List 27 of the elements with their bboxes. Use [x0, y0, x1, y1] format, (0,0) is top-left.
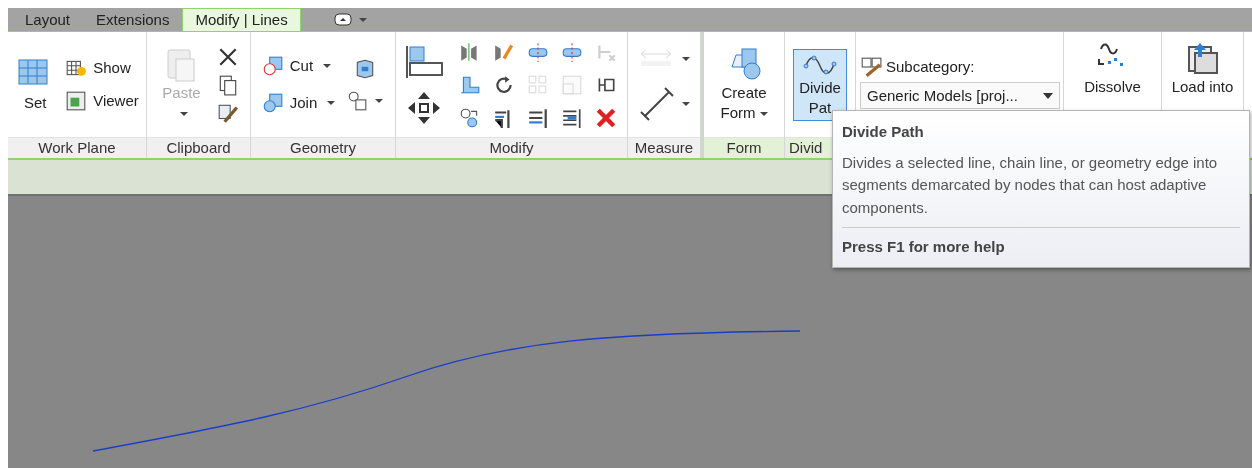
- dissolve-button[interactable]: Dissolve: [1068, 38, 1157, 100]
- panel-label: Measure: [628, 137, 700, 158]
- create-form-button[interactable]: Create Form: [708, 43, 780, 126]
- subcategory-dropdown[interactable]: Generic Models [proj...: [860, 82, 1060, 110]
- viewer-button[interactable]: Viewer: [63, 87, 141, 115]
- ribbon-tab[interactable]: Layout: [12, 8, 84, 31]
- panel-label: Work Plane: [8, 137, 146, 158]
- ribbon-tab[interactable]: Extensions: [83, 8, 183, 31]
- load-into-button[interactable]: Load into: [1166, 38, 1239, 100]
- panel-label: Clipboard: [147, 137, 250, 158]
- join-button[interactable]: Join: [259, 89, 338, 117]
- panel-label: Modify: [396, 137, 627, 158]
- subcategory-label: Subcategory:: [886, 56, 975, 77]
- show-button[interactable]: Show: [63, 55, 141, 82]
- panel-label: Form: [704, 137, 784, 158]
- cut-button[interactable]: Cut: [259, 53, 338, 80]
- viewer-icon: [65, 89, 88, 112]
- tooltip-description: Divides a selected line, chain line, or geometry edge into segments demarcated by nodes that can host adaptive components.: [842, 151, 1240, 228]
- paint-swatch-icon: [860, 56, 882, 79]
- panel-toggle-icon: [333, 13, 352, 26]
- panel-label: Geometry: [251, 137, 395, 158]
- join-geometry-icon: [261, 91, 284, 114]
- ribbon-tab[interactable]: Modify | Lines: [182, 8, 301, 31]
- divide-path-button[interactable]: Divide Pat: [793, 48, 847, 121]
- set-button[interactable]: Set: [13, 53, 58, 116]
- tooltip-help-hint: Press F1 for more help: [842, 237, 1006, 257]
- cut-geometry-icon: [261, 55, 284, 78]
